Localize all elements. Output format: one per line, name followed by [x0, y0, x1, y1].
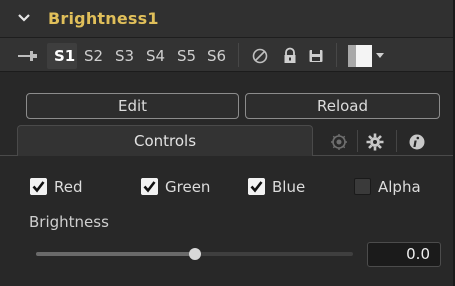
tab-baseline [313, 155, 455, 156]
save-icon[interactable] [307, 47, 325, 65]
settings-gear-icon[interactable] [365, 132, 385, 152]
tool-title: Brightness1 [48, 9, 159, 28]
slot-s1[interactable]: S1 [54, 47, 75, 65]
brightness-value-field[interactable]: 0.0 [367, 242, 441, 267]
tab-baseline [0, 155, 17, 156]
tab-controls[interactable]: Controls [17, 125, 313, 156]
color-swatch-icon[interactable] [348, 45, 372, 67]
checkbox-checked-icon[interactable] [30, 178, 47, 195]
checkbox-label: Green [165, 178, 211, 196]
checkbox-label: Alpha [378, 178, 421, 196]
slot-s3[interactable]: S3 [115, 47, 134, 65]
tab-divider [357, 130, 358, 152]
checkbox-checked-icon[interactable] [141, 178, 158, 195]
modifiers-icon[interactable] [329, 132, 349, 152]
chevron-down-icon[interactable] [376, 53, 384, 58]
brightness-slider-handle[interactable] [188, 248, 201, 260]
checkbox-unchecked-icon[interactable] [354, 178, 371, 195]
slot-s6[interactable]: S6 [207, 47, 226, 65]
tool-header[interactable]: Brightness1 [0, 0, 455, 38]
toolbar-divider [238, 43, 239, 67]
edit-button[interactable]: Edit [26, 93, 239, 119]
info-icon[interactable] [407, 132, 427, 152]
pin-icon[interactable] [17, 48, 39, 64]
lock-icon[interactable] [281, 47, 299, 65]
tab-divider [396, 130, 397, 152]
chevron-down-icon[interactable] [16, 10, 32, 26]
toolbar-divider [336, 43, 337, 67]
inspector-panel: Brightness1 S1 S2 S3 S4 S5 S6 Edit Reloa… [0, 0, 455, 286]
brightness-slider-fill [36, 252, 195, 256]
checkbox-label: Red [54, 178, 83, 196]
slot-s5[interactable]: S5 [177, 47, 196, 65]
disable-icon[interactable] [251, 47, 269, 65]
slot-s4[interactable]: S4 [146, 47, 165, 65]
checkbox-checked-icon[interactable] [248, 178, 265, 195]
brightness-label: Brightness [29, 213, 109, 231]
checkbox-label: Blue [272, 178, 306, 196]
reload-button[interactable]: Reload [245, 93, 440, 119]
slot-s2[interactable]: S2 [84, 47, 103, 65]
